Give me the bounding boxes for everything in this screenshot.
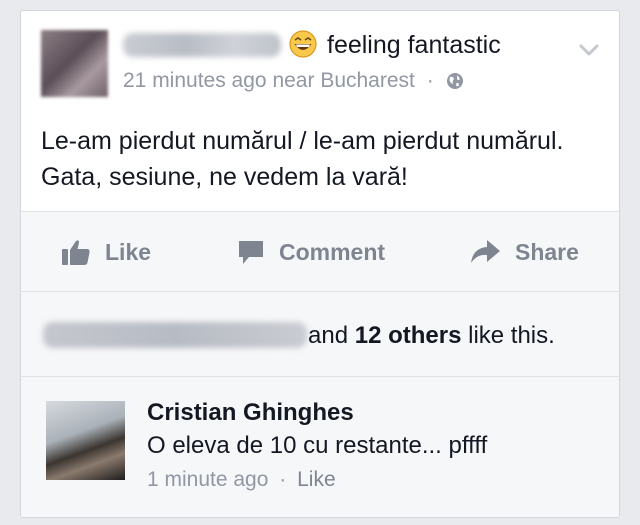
- feed-post-card: feeling fantastic 21 minutes ago near Bu…: [20, 10, 620, 518]
- likes-text: and 12 others like this.: [308, 322, 555, 350]
- comment-meta: 1 minute ago · Like: [147, 468, 336, 492]
- post-time[interactable]: 21 minutes ago: [123, 69, 267, 92]
- like-label: Like: [105, 238, 152, 265]
- author-avatar[interactable]: [41, 30, 108, 97]
- likes-and: and: [308, 322, 349, 349]
- liker-names-blurred[interactable]: [43, 322, 307, 348]
- thumbs-up-icon: [62, 240, 90, 265]
- comment-text: O eleva de 10 cu restante... pffff: [147, 432, 488, 459]
- like-button[interactable]: Like: [61, 236, 151, 268]
- meta-separator: ·: [426, 69, 434, 92]
- comment-time[interactable]: 1 minute ago: [147, 468, 268, 491]
- post-location[interactable]: near Bucharest: [272, 69, 414, 92]
- post-meta: 21 minutes ago near Bucharest ·: [123, 69, 464, 93]
- share-label: Share: [515, 238, 579, 265]
- comment-like-link[interactable]: Like: [297, 468, 336, 491]
- comment-item: Cristian Ghinghes O eleva de 10 cu resta…: [21, 377, 619, 517]
- commenter-name[interactable]: Cristian Ghinghes: [147, 399, 354, 427]
- author-name-blurred[interactable]: [123, 33, 281, 57]
- grinning-face-icon: [289, 30, 317, 58]
- feeling-status: feeling fantastic: [327, 31, 501, 59]
- comment-meta-separator: ·: [279, 468, 287, 491]
- comment-button[interactable]: Comment: [237, 236, 385, 268]
- share-button[interactable]: Share: [469, 236, 579, 268]
- likes-others-link[interactable]: 12 others: [355, 322, 462, 349]
- globe-icon[interactable]: [446, 72, 464, 90]
- likes-suffix: like this.: [468, 322, 555, 349]
- post-text: Le-am pierdut numărul / le-am pierdut nu…: [41, 127, 564, 191]
- likes-summary: and 12 others like this.: [21, 292, 619, 376]
- share-arrow-icon: [471, 240, 500, 263]
- comment-bubble-icon: [239, 241, 263, 264]
- comment-label: Comment: [279, 238, 386, 265]
- post-actions-bar: Like Comment Share: [21, 212, 619, 291]
- commenter-avatar[interactable]: [46, 401, 125, 480]
- chevron-down-icon[interactable]: [579, 43, 599, 57]
